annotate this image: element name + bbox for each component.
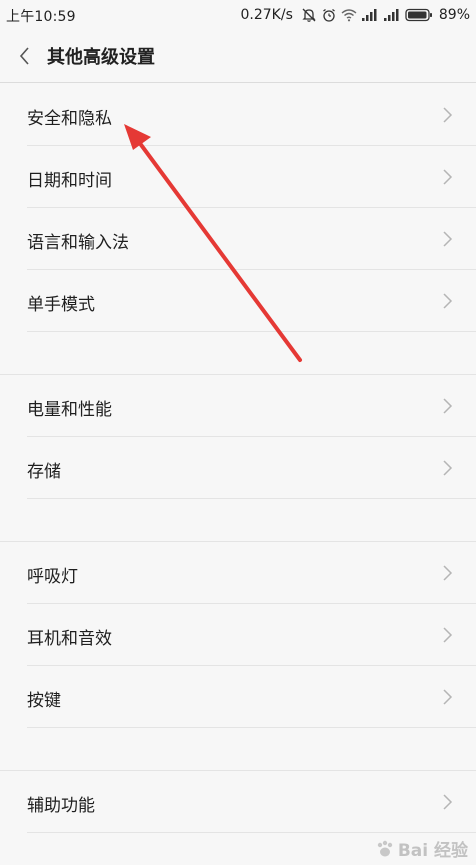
watermark-text: Bai 经验 [397,841,468,861]
alarm-clock-icon [321,7,337,23]
setting-date-time[interactable]: 日期和时间 [0,146,476,208]
setting-label: 按键 [27,691,61,711]
setting-buttons[interactable]: 按键 [0,666,476,728]
setting-headphones-audio[interactable]: 耳机和音效 [0,604,476,666]
page-title: 其他高级设置 [47,47,155,68]
setting-security-privacy[interactable]: 安全和隐私 [0,84,476,146]
group-divider [0,499,476,542]
setting-label: 安全和隐私 [27,109,112,129]
battery-percent: 89% [438,7,470,23]
setting-battery-performance[interactable]: 电量和性能 [0,375,476,437]
chevron-right-icon [443,293,453,309]
alarm-off-icon [301,7,317,23]
wifi-icon [341,8,357,22]
chevron-right-icon [443,794,453,810]
setting-label: 日期和时间 [27,171,112,191]
paw-logo-icon [377,840,393,856]
chevron-right-icon [443,169,453,185]
battery-icon [405,8,433,22]
signal-icon [361,8,379,22]
setting-label: 语言和输入法 [27,233,129,253]
status-bar: 上午10:59 0.27K/s 89% [0,0,476,30]
setting-one-hand-mode[interactable]: 单手模式 [0,270,476,332]
setting-label: 辅助功能 [27,796,95,816]
group-divider [0,728,476,771]
group-divider [0,332,476,375]
setting-label: 耳机和音效 [27,629,112,649]
title-bar: 其他高级设置 [0,30,476,83]
network-speed: 0.27K/s [240,7,293,23]
chevron-right-icon [443,460,453,476]
setting-label: 呼吸灯 [27,567,78,587]
setting-label: 单手模式 [27,295,95,315]
chevron-right-icon [443,627,453,643]
setting-label: 电量和性能 [27,400,112,420]
setting-accessibility[interactable]: 辅助功能 [0,771,476,833]
chevron-right-icon [443,231,453,247]
chevron-right-icon [443,107,453,123]
chevron-right-icon [443,689,453,705]
status-time: 上午10:59 [6,9,76,25]
settings-list: 安全和隐私 日期和时间 语言和输入法 单手模式 电量和性能 存储 呼吸灯 耳机和… [0,84,476,833]
watermark: Bai 经验 [375,836,468,861]
signal-icon [383,8,401,22]
status-icons: 0.27K/s 89% [241,4,471,26]
chevron-left-icon [19,47,29,65]
setting-language-input[interactable]: 语言和输入法 [0,208,476,270]
setting-storage[interactable]: 存储 [0,437,476,499]
setting-label: 存储 [27,462,61,482]
setting-notification-light[interactable]: 呼吸灯 [0,542,476,604]
chevron-right-icon [443,398,453,414]
back-button[interactable] [12,42,40,70]
chevron-right-icon [443,565,453,581]
